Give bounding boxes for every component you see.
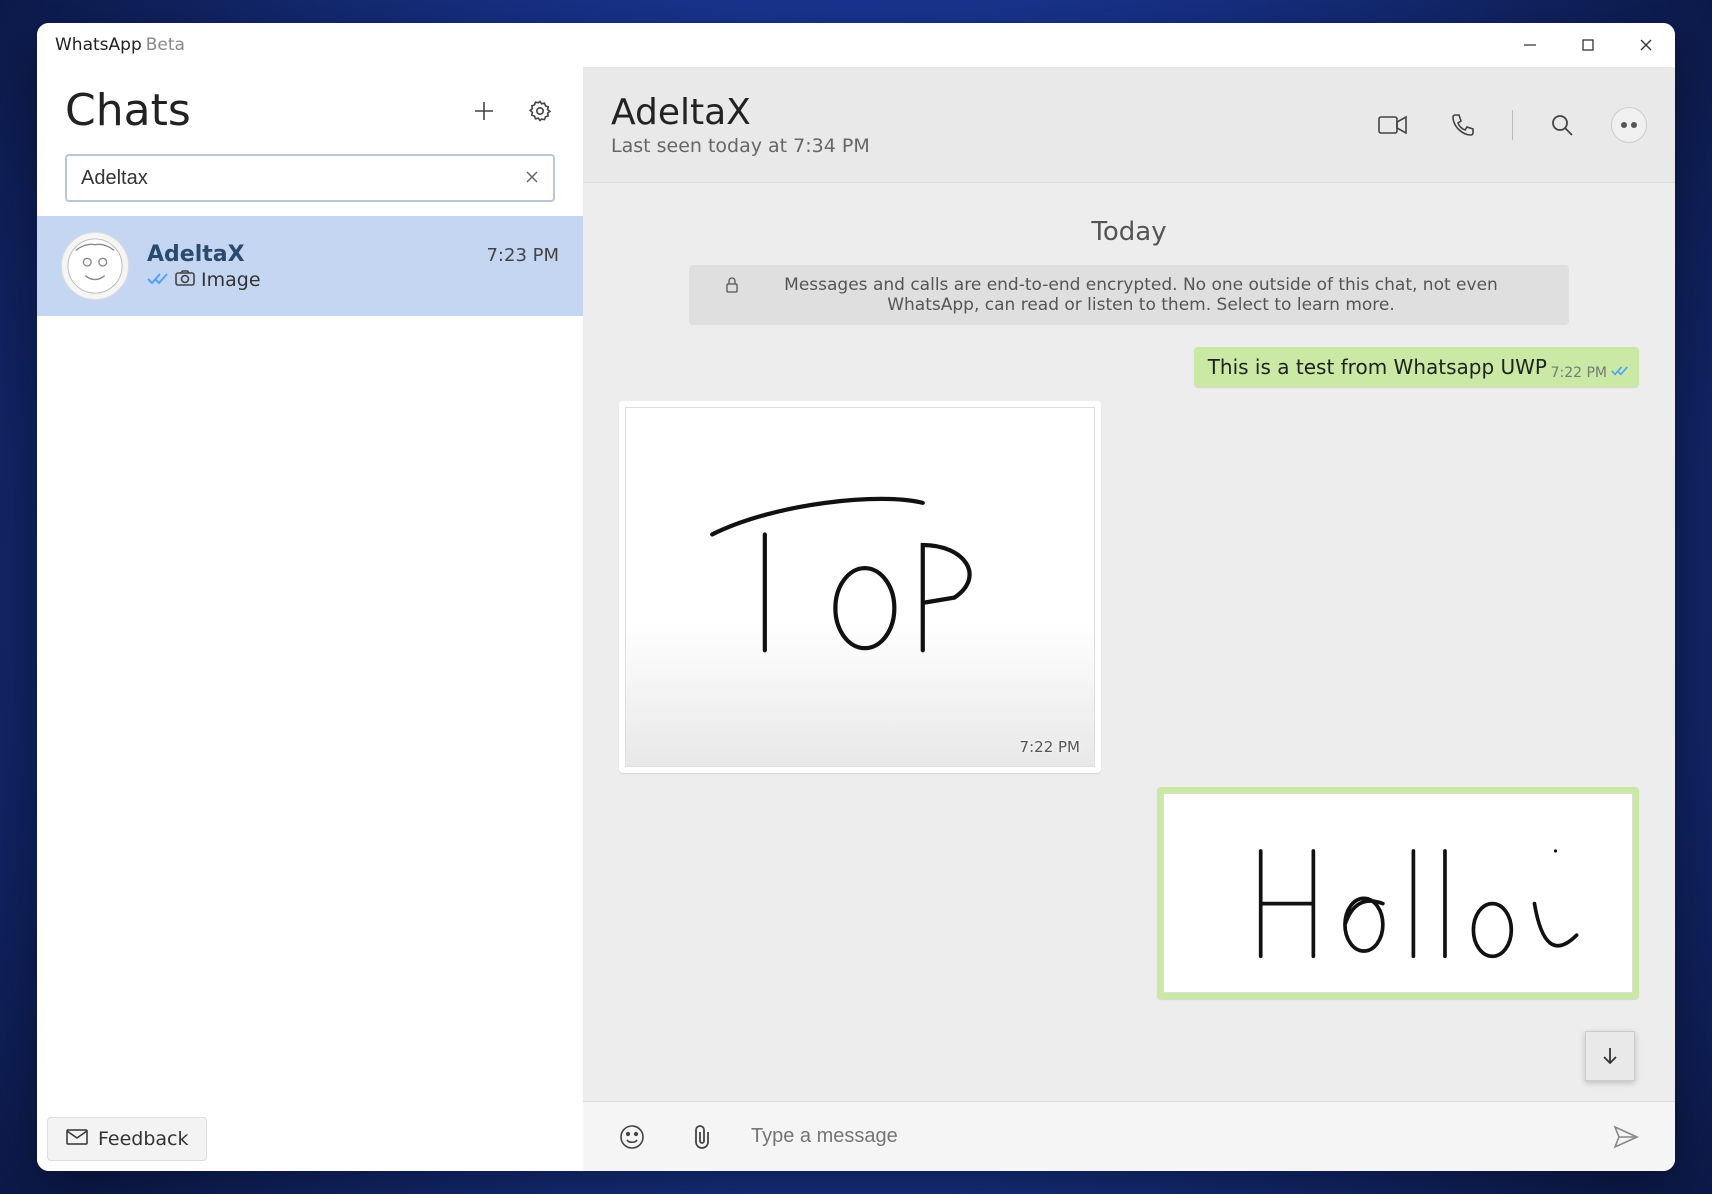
message-bubble-image-outgoing[interactable] [1157, 787, 1639, 999]
emoji-button[interactable] [611, 1116, 653, 1158]
chat-item-name: AdeltaX [147, 242, 245, 267]
chat-item-body: AdeltaX 7:23 PM Image [147, 242, 559, 291]
message-time: 7:22 PM [1551, 365, 1607, 381]
chat-item-time: 7:23 PM [486, 245, 559, 266]
divider [1512, 110, 1513, 140]
message-row: 7:22 PM [619, 401, 1639, 773]
app-body: Chats [37, 67, 1675, 1171]
profile-avatar-button[interactable] [1611, 107, 1647, 143]
clear-search-icon[interactable] [525, 168, 539, 189]
chat-list-item[interactable]: AdeltaX 7:23 PM Image [37, 216, 583, 316]
chat-pane: AdeltaX Last seen today at 7:34 PM [583, 67, 1675, 1171]
message-row: This is a test from Whatsapp UWP 7:22 PM [619, 347, 1639, 387]
app-tag: Beta [146, 35, 185, 55]
search-box[interactable] [65, 154, 555, 202]
settings-button[interactable] [519, 90, 561, 132]
message-meta: 7:22 PM [1551, 365, 1629, 381]
minimize-button[interactable] [1501, 23, 1559, 67]
lock-icon [725, 277, 739, 298]
day-label: Today [619, 217, 1639, 247]
chat-list: AdeltaX 7:23 PM Image [37, 216, 583, 1171]
send-button[interactable] [1605, 1116, 1647, 1158]
close-button[interactable] [1617, 23, 1675, 67]
read-ticks-icon [1611, 365, 1629, 381]
window-controls [1501, 23, 1675, 67]
search-in-chat-button[interactable] [1541, 104, 1583, 146]
avatar [61, 232, 129, 300]
attach-button[interactable] [681, 1116, 723, 1158]
message-row [619, 787, 1639, 999]
message-bubble-outgoing[interactable]: This is a test from Whatsapp UWP 7:22 PM [1194, 347, 1639, 387]
app-window: WhatsApp Beta Chats [37, 23, 1675, 1171]
feedback-label: Feedback [98, 1128, 188, 1150]
chat-header-actions [1372, 104, 1647, 146]
encryption-notice[interactable]: Messages and calls are end-to-end encryp… [689, 265, 1569, 325]
chat-header[interactable]: AdeltaX Last seen today at 7:34 PM [583, 67, 1675, 183]
search-container [37, 144, 583, 216]
video-call-button[interactable] [1372, 104, 1414, 146]
voice-call-button[interactable] [1442, 104, 1484, 146]
title-bar: WhatsApp Beta [37, 23, 1675, 67]
sidebar: Chats [37, 67, 583, 1171]
message-input[interactable] [751, 1125, 1577, 1148]
chat-header-status: Last seen today at 7:34 PM [611, 135, 1360, 157]
app-name: WhatsApp [55, 35, 142, 55]
sidebar-title: Chats [65, 85, 449, 136]
messages-area[interactable]: Today Messages and calls are end-to-end … [583, 183, 1675, 1101]
read-ticks-icon [147, 269, 169, 291]
maximize-button[interactable] [1559, 23, 1617, 67]
camera-icon [175, 269, 195, 291]
image-attachment[interactable]: 7:22 PM [625, 407, 1095, 767]
chat-item-preview: Image [147, 269, 559, 291]
chat-item-preview-label: Image [201, 269, 261, 291]
message-time: 7:22 PM [1020, 738, 1080, 756]
mail-icon [66, 1128, 88, 1150]
chat-header-info: AdeltaX Last seen today at 7:34 PM [611, 92, 1360, 157]
composer [583, 1101, 1675, 1171]
search-input[interactable] [81, 167, 525, 190]
image-attachment[interactable] [1163, 793, 1633, 993]
scroll-to-bottom-button[interactable] [1585, 1031, 1635, 1081]
sidebar-header: Chats [37, 67, 583, 144]
chat-header-name: AdeltaX [611, 92, 1360, 133]
encryption-text: Messages and calls are end-to-end encryp… [749, 275, 1533, 315]
new-chat-button[interactable] [463, 90, 505, 132]
message-bubble-image-incoming[interactable]: 7:22 PM [619, 401, 1101, 773]
feedback-button[interactable]: Feedback [47, 1117, 207, 1161]
